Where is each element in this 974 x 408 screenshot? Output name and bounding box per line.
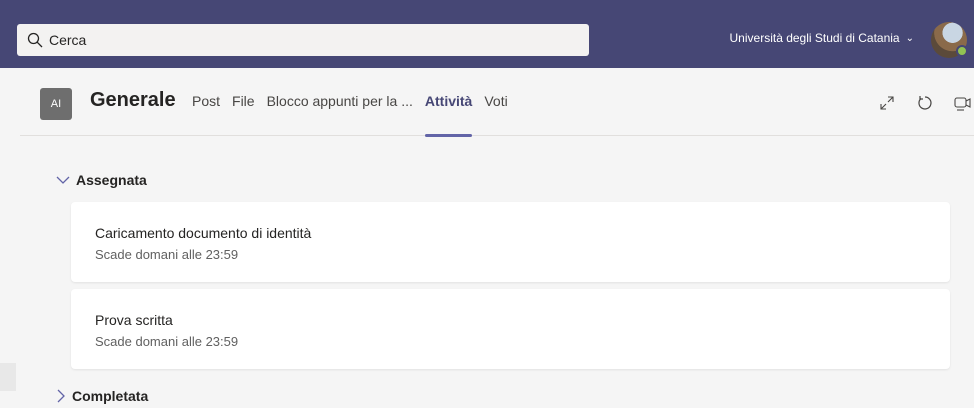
expand-icon[interactable]: [876, 92, 898, 114]
search-icon: [27, 32, 43, 48]
search-placeholder: Cerca: [49, 32, 87, 48]
tab-activity[interactable]: Attività: [424, 93, 473, 137]
assignment-card[interactable]: Prova scritta Scade domani alle 23:59: [71, 289, 950, 369]
chevron-down-icon: ⌄: [905, 32, 914, 44]
assignment-due: Scade domani alle 23:59: [95, 334, 239, 349]
presence-status-icon: [956, 45, 968, 57]
chevron-right-icon: [57, 389, 65, 403]
assignment-title: Prova scritta: [95, 312, 173, 328]
refresh-icon[interactable]: [914, 92, 936, 114]
team-avatar[interactable]: AI: [40, 88, 72, 120]
header-actions: [860, 92, 974, 114]
tab-post[interactable]: Post: [192, 93, 220, 137]
assignment-title: Caricamento documento di identità: [95, 225, 312, 241]
search-input[interactable]: Cerca: [17, 24, 589, 56]
section-completed-toggle[interactable]: Completata: [56, 388, 148, 404]
tab-file[interactable]: File: [232, 93, 255, 137]
left-collapse-handle[interactable]: [0, 363, 16, 391]
channel-tabs: Post File Blocco appunti per la ... Atti…: [192, 93, 520, 137]
section-completed-label: Completata: [72, 388, 149, 404]
chevron-down-icon: [56, 176, 70, 184]
left-strip: [0, 68, 20, 408]
meet-icon[interactable]: [952, 92, 974, 114]
tab-grades[interactable]: Voti: [484, 93, 507, 137]
section-assigned-label: Assegnata: [76, 172, 147, 188]
assignment-card[interactable]: Caricamento documento di identità Scade …: [71, 202, 950, 282]
assignment-due: Scade domani alle 23:59: [95, 247, 239, 262]
tab-notebook[interactable]: Blocco appunti per la ...: [267, 93, 413, 137]
organization-switcher[interactable]: Università degli Studi di Catania ⌄: [730, 31, 914, 45]
channel-header: AI Generale Post File Blocco appunti per…: [20, 68, 974, 137]
section-assigned-toggle[interactable]: Assegnata: [56, 172, 147, 188]
top-bar: Cerca Università degli Studi di Catania …: [0, 0, 974, 68]
channel-title: Generale: [90, 89, 176, 111]
organization-name: Università degli Studi di Catania: [729, 31, 900, 45]
